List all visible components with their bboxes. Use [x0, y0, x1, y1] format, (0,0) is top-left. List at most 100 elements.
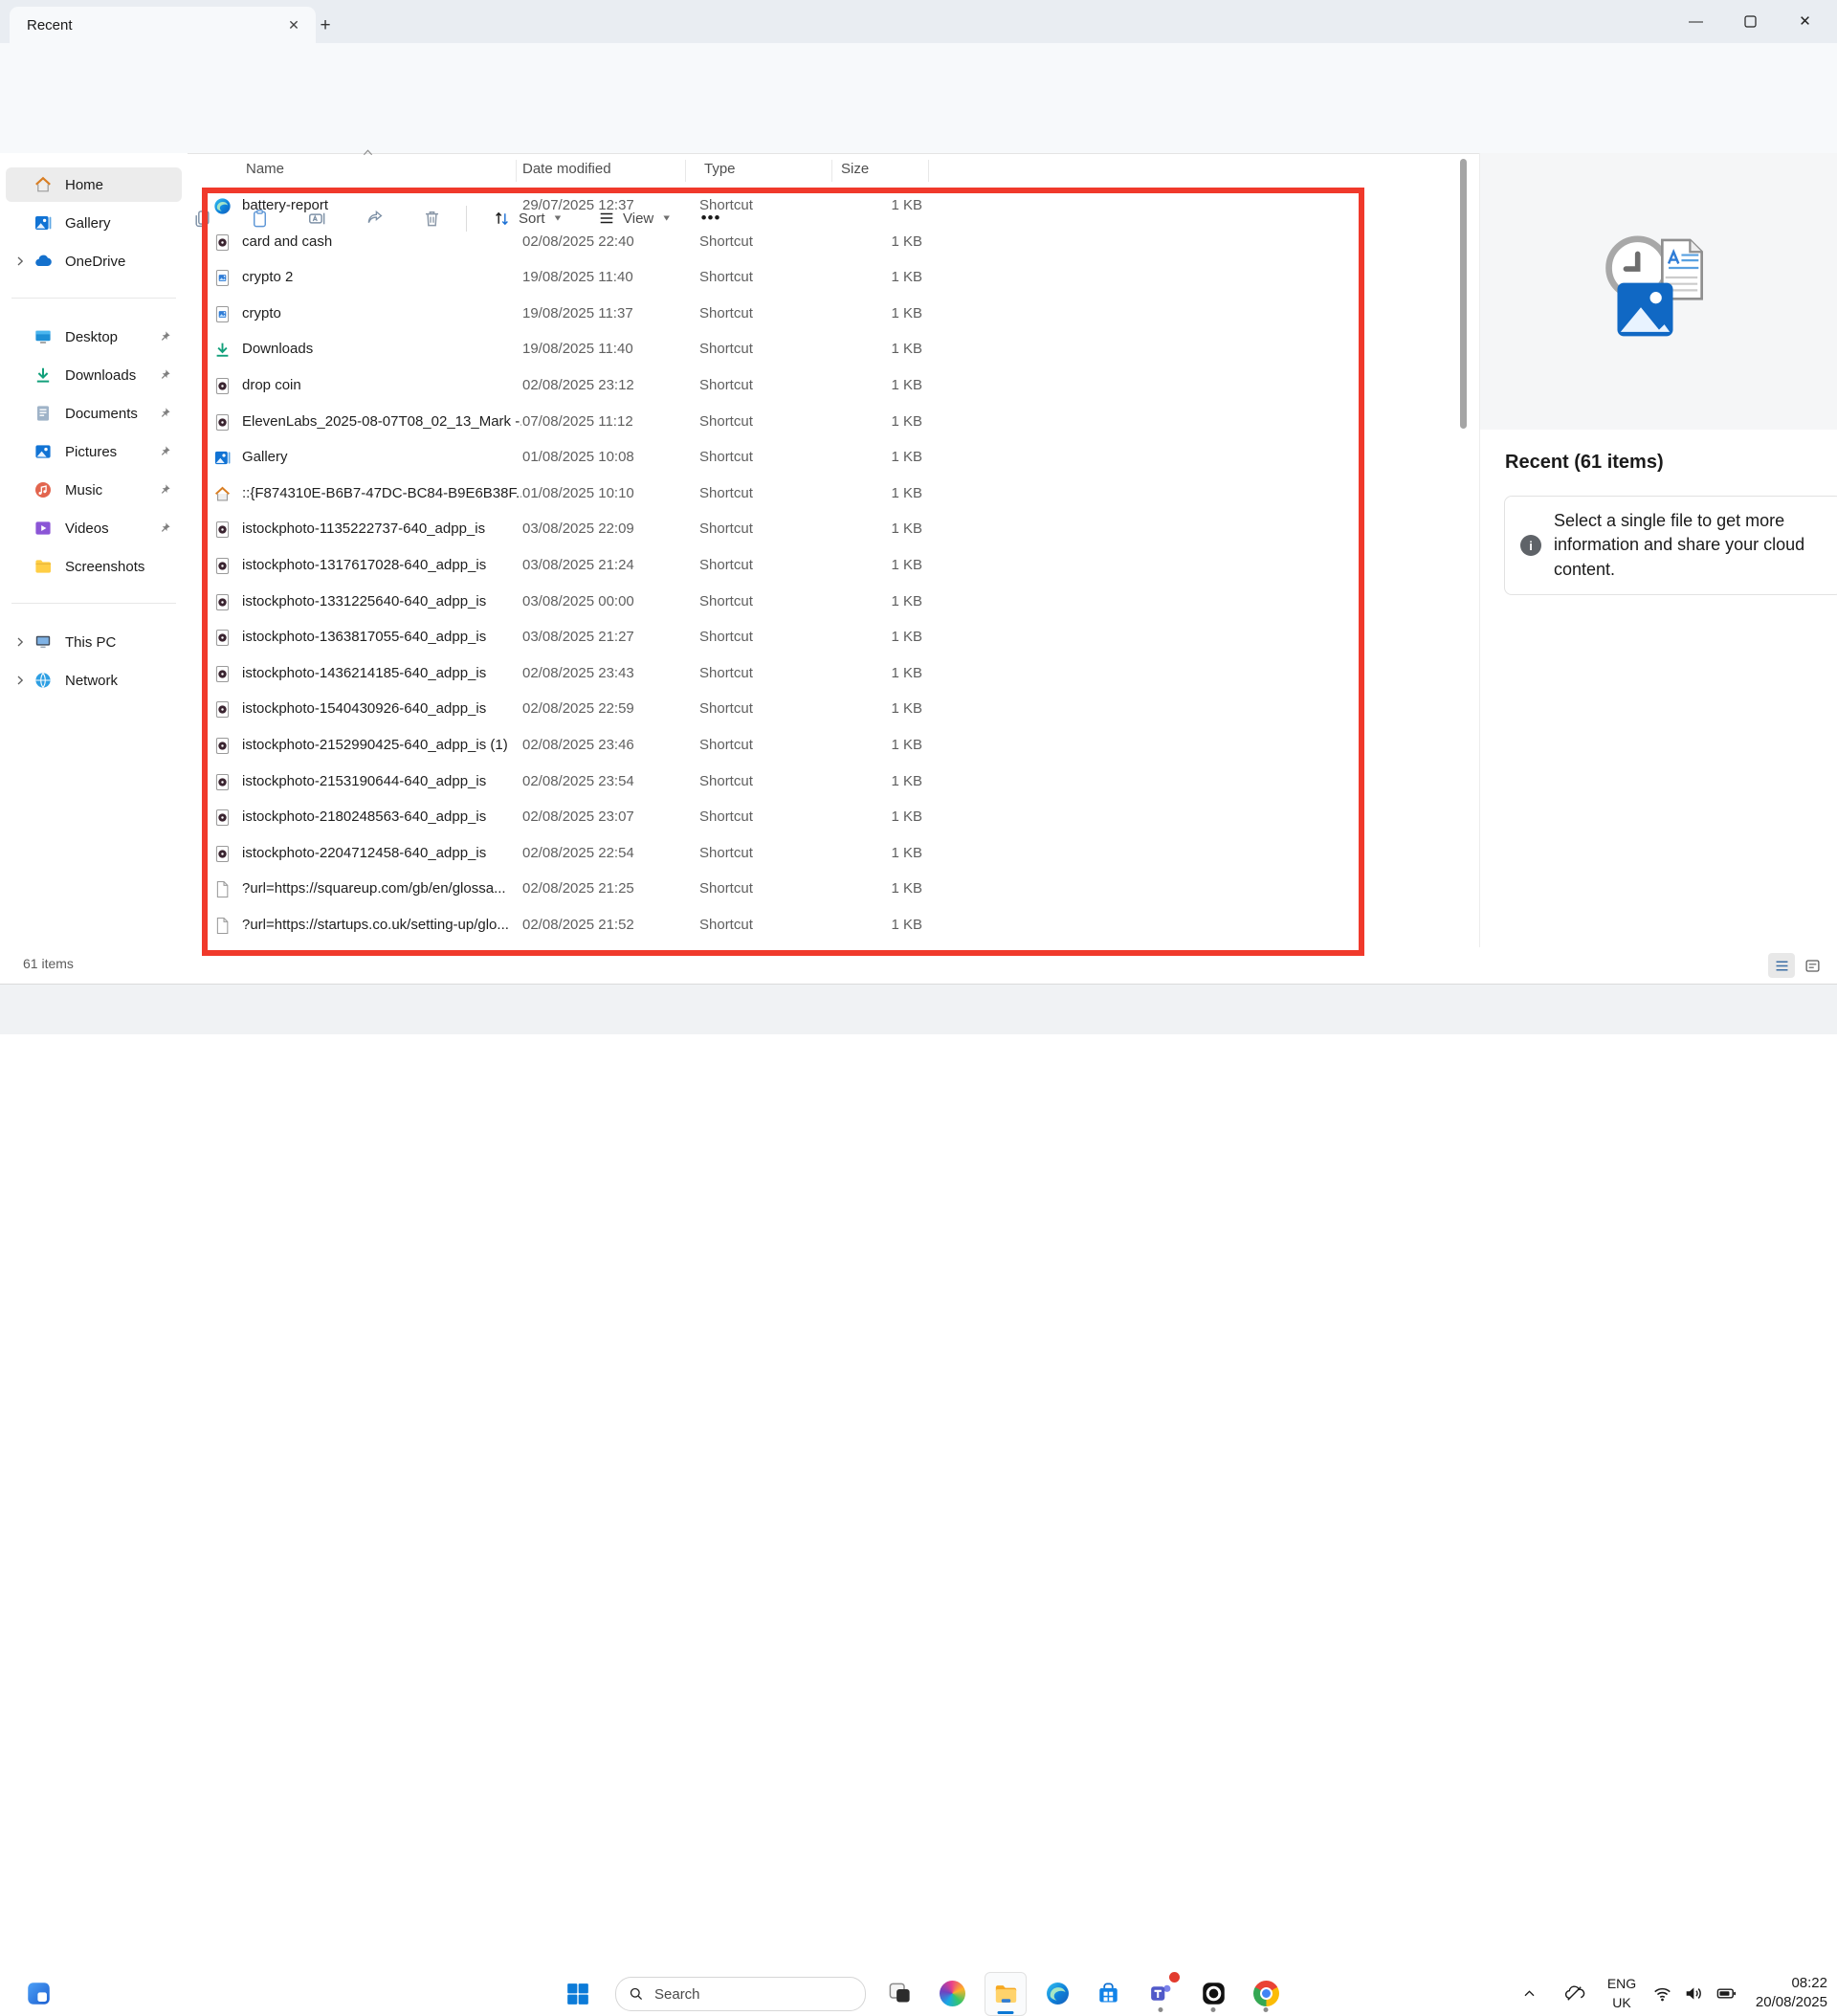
- sidebar-item-videos[interactable]: Videos: [6, 509, 182, 547]
- taskbar-search-input[interactable]: [653, 1985, 819, 2004]
- edge-taskbar-button[interactable]: [1037, 1972, 1077, 2014]
- file-row[interactable]: drop coin02/08/2025 23:12Shortcut1 KB: [202, 368, 1353, 405]
- expander-chevron-icon[interactable]: [14, 636, 26, 648]
- sidebar-item-pictures[interactable]: Pictures: [6, 432, 182, 471]
- widgets-button[interactable]: [25, 1980, 52, 2006]
- file-row[interactable]: istockphoto-2204712458-640_adpp_is02/08/…: [202, 836, 1353, 873]
- file-row[interactable]: istockphoto-1540430926-640_adpp_is02/08/…: [202, 692, 1353, 728]
- expander-chevron-icon[interactable]: [14, 675, 26, 686]
- column-header-type[interactable]: Type: [704, 161, 736, 177]
- file-row[interactable]: crypto19/08/2025 11:37Shortcut1 KB: [202, 297, 1353, 333]
- taskbar: ENG UK 08:22 20/08/2025: [0, 984, 1837, 1034]
- expander-chevron-icon[interactable]: [14, 255, 26, 267]
- file-size: 1 KB: [795, 773, 922, 789]
- file-row[interactable]: istockphoto-1317617028-640_adpp_is03/08/…: [202, 548, 1353, 585]
- navigation-bar: USER Recent: [0, 43, 1837, 94]
- new-tab-button[interactable]: +: [312, 12, 339, 39]
- media-icon: [213, 845, 232, 863]
- column-header-size[interactable]: Size: [841, 161, 869, 177]
- tab-close-icon[interactable]: ✕: [281, 12, 306, 37]
- file-row[interactable]: ?url=https://startups.co.uk/setting-up/g…: [202, 908, 1353, 944]
- file-row[interactable]: istockphoto-1135222737-640_adpp_is03/08/…: [202, 512, 1353, 548]
- list-view-toggle[interactable]: [1768, 953, 1795, 978]
- sidebar-item-music[interactable]: Music: [6, 471, 182, 509]
- taskbar-search[interactable]: [615, 1977, 866, 2011]
- file-row[interactable]: istockphoto-1363817055-640_adpp_is03/08/…: [202, 620, 1353, 656]
- maximize-button[interactable]: [1723, 0, 1778, 42]
- file-name: ElevenLabs_2025-08-07T08_02_13_Mark -...: [242, 413, 521, 430]
- sidebar-item-label: Desktop: [65, 329, 158, 345]
- language-indicator[interactable]: ENG UK: [1600, 1974, 1644, 2012]
- file-row[interactable]: battery-report29/07/2025 12:37Shortcut1 …: [202, 188, 1353, 225]
- teams-taskbar-button[interactable]: [1140, 1972, 1181, 2014]
- start-button[interactable]: [564, 1980, 591, 2007]
- file-row[interactable]: istockphoto-2152990425-640_adpp_is (1)02…: [202, 728, 1353, 764]
- pin-icon: [158, 483, 171, 497]
- sidebar-item-home[interactable]: Home: [6, 167, 182, 202]
- sidebar-item-gallery[interactable]: Gallery: [6, 204, 182, 242]
- wifi-button[interactable]: [1649, 1981, 1674, 2005]
- file-size: 1 KB: [795, 845, 922, 861]
- file-size: 1 KB: [795, 413, 922, 430]
- microsoft-store-taskbar-button[interactable]: [1088, 1972, 1128, 2014]
- file-type: Shortcut: [699, 845, 809, 861]
- sidebar-item-this-pc[interactable]: This PC: [6, 623, 182, 661]
- onedrive-status-button[interactable]: [1560, 1981, 1587, 2005]
- chrome-taskbar-button[interactable]: [1246, 1972, 1286, 2014]
- content-view-toggle[interactable]: [1799, 953, 1826, 978]
- sidebar-item-desktop[interactable]: Desktop: [6, 318, 182, 356]
- file-row[interactable]: crypto 219/08/2025 11:40Shortcut1 KB: [202, 260, 1353, 297]
- sidebar-item-documents[interactable]: Documents: [6, 394, 182, 432]
- sidebar-item-label: Documents: [65, 406, 158, 422]
- file-row[interactable]: card and cash02/08/2025 22:40Shortcut1 K…: [202, 225, 1353, 261]
- file-type: Shortcut: [699, 521, 809, 537]
- file-type: Shortcut: [699, 809, 809, 825]
- sidebar-item-onedrive[interactable]: OneDrive: [6, 242, 182, 280]
- file-date-modified: 02/08/2025 22:40: [522, 233, 695, 250]
- file-row[interactable]: ?url=https://squareup.com/gb/en/glossa..…: [202, 872, 1353, 908]
- file-type: Shortcut: [699, 413, 809, 430]
- file-row[interactable]: Gallery01/08/2025 10:08Shortcut1 KB: [202, 440, 1353, 476]
- list-view-icon: [1774, 958, 1790, 974]
- sidebar-item-screenshots[interactable]: Screenshots: [6, 547, 182, 586]
- tray-expand-button[interactable]: [1516, 1981, 1541, 2005]
- file-size: 1 KB: [795, 917, 922, 933]
- copilot-taskbar-button[interactable]: [932, 1972, 972, 2014]
- clock[interactable]: 08:22 20/08/2025: [1722, 1974, 1827, 2012]
- explorer-tab[interactable]: Recent ✕: [10, 7, 316, 43]
- pin-icon: [158, 407, 171, 420]
- file-row[interactable]: ::{F874310E-B6B7-47DC-BC84-B9E6B38F...01…: [202, 476, 1353, 513]
- close-button[interactable]: ✕: [1778, 0, 1832, 42]
- teams-icon: [1148, 1981, 1174, 2006]
- vertical-scrollbar[interactable]: [1460, 159, 1467, 429]
- file-name: istockphoto-2153190644-640_adpp_is: [242, 773, 521, 789]
- music-icon: [33, 480, 53, 499]
- chrome-icon: [1253, 1981, 1279, 2006]
- column-header-date-modified[interactable]: Date modified: [522, 161, 611, 177]
- file-row[interactable]: ElevenLabs_2025-08-07T08_02_13_Mark -...…: [202, 405, 1353, 441]
- media-icon: [213, 377, 232, 395]
- file-row[interactable]: istockphoto-1331225640-640_adpp_is03/08/…: [202, 585, 1353, 621]
- sidebar-item-network[interactable]: Network: [6, 661, 182, 699]
- file-type: Shortcut: [699, 917, 809, 933]
- file-size: 1 KB: [795, 341, 922, 357]
- media-icon: [213, 700, 232, 719]
- minimize-button[interactable]: —: [1669, 0, 1723, 42]
- file-row[interactable]: Downloads19/08/2025 11:40Shortcut1 KB: [202, 332, 1353, 368]
- task-view-taskbar-button[interactable]: [879, 1972, 919, 2014]
- file-size: 1 KB: [795, 700, 922, 717]
- file-type: Shortcut: [699, 557, 809, 573]
- file-size: 1 KB: [795, 197, 922, 213]
- sidebar-item-downloads[interactable]: Downloads: [6, 356, 182, 394]
- file-row[interactable]: istockphoto-2153190644-640_adpp_is02/08/…: [202, 764, 1353, 801]
- dark-circle-app-taskbar-button[interactable]: [1193, 1972, 1233, 2014]
- column-header-name[interactable]: Name: [246, 161, 284, 177]
- file-explorer-taskbar-button[interactable]: [985, 1972, 1027, 2016]
- file-row[interactable]: istockphoto-1436214185-640_adpp_is02/08/…: [202, 656, 1353, 693]
- volume-button[interactable]: [1680, 1981, 1705, 2005]
- image-icon: [213, 269, 232, 287]
- folder-icon: [33, 557, 53, 576]
- file-row[interactable]: istockphoto-2180248563-640_adpp_is02/08/…: [202, 800, 1353, 836]
- file-type: Shortcut: [699, 737, 809, 753]
- sidebar-item-label: Gallery: [65, 215, 182, 232]
